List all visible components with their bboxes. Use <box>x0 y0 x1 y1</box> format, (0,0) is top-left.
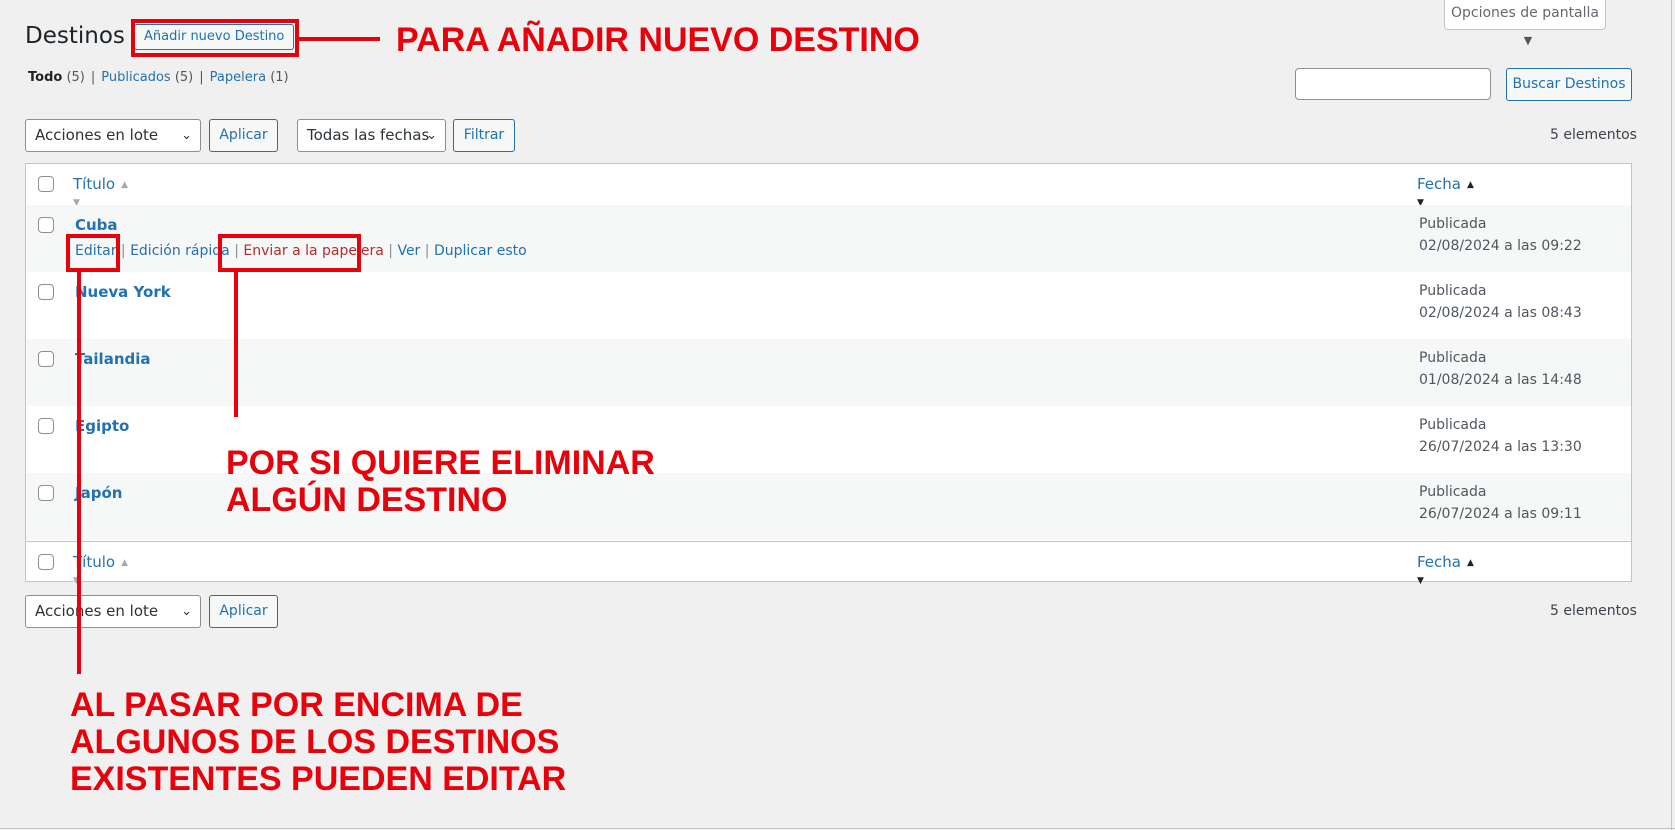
column-title-footer[interactable]: Título▲▼ <box>73 553 128 589</box>
screen-options-label: Opciones de pantalla <box>1450 5 1599 21</box>
select-all-checkbox[interactable] <box>38 176 54 192</box>
view-trash[interactable]: Papelera (1) <box>210 70 289 85</box>
dates-filter-select[interactable]: Todas las fechas ⌄ <box>297 119 446 152</box>
table-row: Tailandia Publicada 01/08/2024 a las 14:… <box>26 339 1631 406</box>
row-status: Publicada <box>1419 417 1487 433</box>
annotation-add-new: PARA AÑADIR NUEVO DESTINO <box>396 21 920 59</box>
annotation-box-edit <box>66 234 120 272</box>
annotation-arrow-edit <box>77 272 81 674</box>
duplicate-link[interactable]: Duplicar esto <box>434 243 527 259</box>
bulk-actions-value: Acciones en lote <box>35 602 159 620</box>
annotation-box-trash <box>218 234 361 272</box>
row-date: 26/07/2024 a las 13:30 <box>1419 439 1582 455</box>
column-date-footer[interactable]: Fecha ▲ ▼ <box>1417 553 1474 589</box>
row-date: 02/08/2024 a las 09:22 <box>1419 238 1582 254</box>
row-checkbox[interactable] <box>38 485 54 501</box>
row-title-link[interactable]: Nueva York <box>75 283 171 301</box>
chevron-down-icon: ⌄ <box>426 128 437 143</box>
filter-button[interactable]: Filtrar <box>453 119 515 152</box>
view-published[interactable]: Publicados (5) <box>101 70 193 85</box>
row-checkbox[interactable] <box>38 284 54 300</box>
view-all[interactable]: Todo (5) <box>28 70 85 85</box>
row-status: Publicada <box>1419 484 1487 500</box>
table-row: Nueva York Publicada 02/08/2024 a las 08… <box>26 272 1631 339</box>
table-footer: Título▲▼ Fecha▲▼ <box>26 541 1631 586</box>
annotation-box-add-new <box>131 19 299 57</box>
bulk-actions-select-bottom[interactable]: Acciones en lote ⌄ <box>25 595 201 628</box>
chevron-down-icon: ⌄ <box>181 128 192 143</box>
row-title-link[interactable]: Tailandia <box>75 350 151 368</box>
destinos-table: Título ▲ ▼ Fecha ▲ ▼ Cuba Editar | Edición r… <box>25 163 1632 586</box>
row-status: Publicada <box>1419 216 1487 232</box>
page-title: Destinos <box>25 23 125 49</box>
apply-button[interactable]: Aplicar <box>209 119 278 152</box>
items-count-top: 5 elementos <box>1550 127 1637 143</box>
select-all-checkbox-footer[interactable] <box>38 554 54 570</box>
row-checkbox[interactable] <box>38 418 54 434</box>
page-border <box>0 828 1675 829</box>
chevron-down-icon: ⌄ <box>181 604 192 619</box>
screen-options-button[interactable]: Opciones de pantalla ▼ <box>1444 0 1606 47</box>
row-checkbox[interactable] <box>38 217 54 233</box>
status-views: Todo (5) | Publicados (5) | Papelera (1) <box>28 70 289 85</box>
caret-down-icon: ▼ <box>1523 34 1533 47</box>
row-date: 02/08/2024 a las 08:43 <box>1419 305 1582 321</box>
row-status: Publicada <box>1419 350 1487 366</box>
row-status: Publicada <box>1419 283 1487 299</box>
row-title-link[interactable]: Egipto <box>75 417 129 435</box>
row-title-link[interactable]: Cuba <box>75 216 118 234</box>
bulk-actions-value: Acciones en lote <box>35 126 159 144</box>
row-date: 01/08/2024 a las 14:48 <box>1419 372 1582 388</box>
table-header: Título ▲ ▼ Fecha ▲ ▼ <box>26 164 1631 208</box>
annotation-arrow-add-new <box>299 37 380 41</box>
quick-edit-link[interactable]: Edición rápida <box>130 243 230 259</box>
items-count-bottom: 5 elementos <box>1550 603 1637 619</box>
annotation-arrow-trash <box>234 272 238 417</box>
annotation-trash: POR SI QUIERE ELIMINAR ALGÚN DESTINO <box>226 444 655 519</box>
page-border <box>1671 0 1672 830</box>
annotation-edit: AL PASAR POR ENCIMA DE ALGUNOS DE LOS DE… <box>70 686 567 798</box>
view-link[interactable]: Ver <box>397 243 420 259</box>
search-input[interactable] <box>1295 68 1491 100</box>
row-checkbox[interactable] <box>38 351 54 367</box>
row-title-link[interactable]: Japón <box>75 484 122 502</box>
search-button[interactable]: Buscar Destinos <box>1506 68 1632 101</box>
row-date: 26/07/2024 a las 09:11 <box>1419 506 1582 522</box>
dates-filter-value: Todas las fechas <box>307 126 430 144</box>
apply-button-bottom[interactable]: Aplicar <box>209 595 278 628</box>
bulk-actions-select[interactable]: Acciones en lote ⌄ <box>25 119 201 152</box>
